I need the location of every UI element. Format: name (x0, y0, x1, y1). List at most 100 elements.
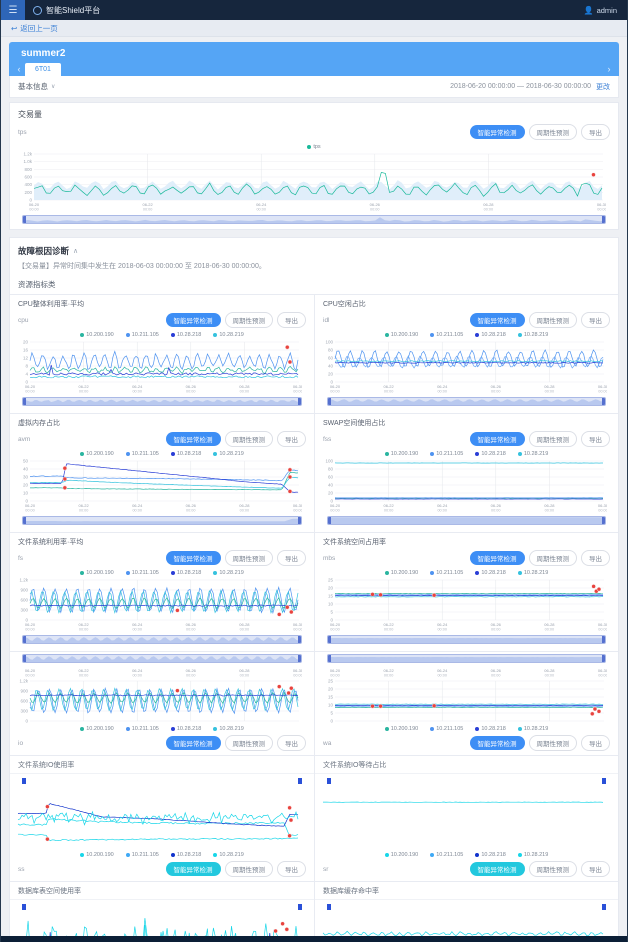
legend-item[interactable]: 10.28.219 (518, 332, 548, 338)
anomaly-detect-button[interactable]: 智能异常检测 (166, 313, 221, 327)
slider-handle-l[interactable] (328, 636, 331, 643)
anomaly-detect-button[interactable]: 智能异常检测 (470, 125, 525, 139)
slider-handle-r[interactable] (298, 517, 301, 524)
legend-item[interactable]: 10.211.105 (126, 332, 159, 338)
legend-item[interactable]: 10.28.218 (475, 726, 505, 732)
panel-datazoom-slider[interactable] (327, 903, 606, 911)
panel-datazoom-slider[interactable] (327, 635, 606, 644)
legend-item[interactable]: 10.200.190 (80, 570, 114, 576)
slider-handle-l[interactable] (22, 778, 26, 784)
slider-handle-l[interactable] (328, 398, 331, 405)
tx-legend-item[interactable]: tps (307, 144, 320, 150)
legend-item[interactable]: 10.211.105 (430, 570, 463, 576)
legend-item[interactable]: 10.28.219 (518, 852, 548, 858)
slider-handle-l[interactable] (23, 216, 26, 223)
periodic-forecast-button[interactable]: 周期性预测 (225, 312, 274, 328)
slider-handle-l[interactable] (328, 655, 331, 662)
export-button[interactable]: 导出 (581, 550, 610, 566)
periodic-forecast-button[interactable]: 周期性预测 (225, 735, 274, 751)
slider-handle-l[interactable] (23, 655, 26, 662)
slider-handle-l[interactable] (23, 517, 26, 524)
collapse-icon[interactable]: ∧ (73, 247, 78, 255)
periodic-forecast-button[interactable]: 周期性预测 (529, 312, 578, 328)
export-button[interactable]: 导出 (277, 861, 306, 877)
basic-info-toggle[interactable]: 基本信息 ∨ (18, 81, 55, 92)
legend-item[interactable]: 10.211.105 (126, 570, 159, 576)
legend-item[interactable]: 10.211.105 (430, 726, 463, 732)
tabs-next-icon[interactable]: › (603, 63, 615, 76)
anomaly-detect-button[interactable]: 智能异常检测 (470, 551, 525, 565)
periodic-forecast-button[interactable]: 周期性预测 (225, 861, 274, 877)
export-button[interactable]: 导出 (581, 861, 610, 877)
legend-item[interactable]: 10.200.190 (385, 332, 419, 338)
legend-item[interactable]: 10.200.190 (80, 451, 114, 457)
anomaly-detect-button[interactable]: 智能异常检测 (470, 736, 525, 750)
legend-item[interactable]: 10.28.219 (518, 451, 548, 457)
legend-item[interactable]: 10.200.190 (385, 852, 419, 858)
legend-item[interactable]: 10.28.218 (475, 451, 505, 457)
legend-item[interactable]: 10.211.105 (126, 726, 159, 732)
slider-handle-l[interactable] (23, 636, 26, 643)
slider-handle-r[interactable] (298, 655, 301, 662)
tabs-prev-icon[interactable]: ‹ (13, 63, 25, 76)
slider-handle-r[interactable] (602, 655, 605, 662)
legend-item[interactable]: 10.211.105 (126, 852, 159, 858)
anomaly-detect-button[interactable]: 智能异常检测 (470, 313, 525, 327)
periodic-forecast-button[interactable]: 周期性预测 (529, 124, 578, 140)
legend-item[interactable]: 10.28.219 (213, 451, 243, 457)
legend-item[interactable]: 10.200.190 (385, 570, 419, 576)
panel-datazoom-slider[interactable] (327, 654, 606, 663)
legend-item[interactable]: 10.28.218 (171, 852, 201, 858)
legend-item[interactable]: 10.28.219 (518, 726, 548, 732)
periodic-forecast-button[interactable]: 周期性预测 (225, 431, 274, 447)
periodic-forecast-button[interactable]: 周期性预测 (225, 550, 274, 566)
slider-handle-r[interactable] (602, 216, 605, 223)
change-range-link[interactable]: 更改 (596, 82, 610, 92)
panel-datazoom-slider[interactable] (22, 516, 302, 525)
export-button[interactable]: 导出 (277, 550, 306, 566)
legend-item[interactable]: 10.211.105 (126, 451, 159, 457)
slider-handle-l[interactable] (328, 517, 331, 524)
legend-item[interactable]: 10.200.190 (80, 726, 114, 732)
slider-handle-l[interactable] (23, 398, 26, 405)
slider-handle-r[interactable] (298, 904, 302, 910)
panel-datazoom-slider[interactable] (22, 903, 302, 911)
anomaly-detect-button[interactable]: 智能异常检测 (166, 862, 221, 876)
export-button[interactable]: 导出 (277, 735, 306, 751)
legend-item[interactable]: 10.28.218 (475, 332, 505, 338)
user-menu[interactable]: 👤 admin (584, 6, 617, 15)
slider-handle-r[interactable] (602, 636, 605, 643)
periodic-forecast-button[interactable]: 周期性预测 (529, 550, 578, 566)
export-button[interactable]: 导出 (581, 735, 610, 751)
slider-handle-r[interactable] (298, 778, 302, 784)
legend-item[interactable]: 10.28.219 (518, 570, 548, 576)
legend-item[interactable]: 10.28.218 (475, 852, 505, 858)
slider-handle-r[interactable] (602, 904, 606, 910)
back-link[interactable]: ↩ 返回上一页 (11, 23, 58, 34)
legend-item[interactable]: 10.28.218 (475, 570, 505, 576)
legend-item[interactable]: 10.200.190 (385, 726, 419, 732)
legend-item[interactable]: 10.28.218 (171, 570, 201, 576)
legend-item[interactable]: 10.200.190 (80, 332, 114, 338)
panel-datazoom-slider[interactable] (327, 516, 606, 525)
legend-item[interactable]: 10.28.219 (213, 570, 243, 576)
slider-handle-l[interactable] (327, 904, 331, 910)
periodic-forecast-button[interactable]: 周期性预测 (529, 431, 578, 447)
legend-item[interactable]: 10.211.105 (430, 332, 463, 338)
legend-item[interactable]: 10.28.218 (171, 451, 201, 457)
legend-item[interactable]: 10.28.219 (213, 332, 243, 338)
anomaly-detect-button[interactable]: 智能异常检测 (166, 736, 221, 750)
panel-datazoom-slider[interactable] (327, 777, 606, 785)
panel-datazoom-slider[interactable] (22, 654, 302, 663)
hamburger-menu-icon[interactable]: ☰ (1, 0, 25, 20)
slider-handle-r[interactable] (298, 398, 301, 405)
export-button[interactable]: 导出 (581, 124, 610, 140)
slider-handle-r[interactable] (602, 517, 605, 524)
legend-item[interactable]: 10.200.190 (385, 451, 419, 457)
slider-handle-r[interactable] (602, 398, 605, 405)
slider-handle-l[interactable] (327, 778, 331, 784)
export-button[interactable]: 导出 (581, 312, 610, 328)
legend-item[interactable]: 10.28.218 (171, 726, 201, 732)
periodic-forecast-button[interactable]: 周期性预测 (529, 861, 578, 877)
anomaly-detect-button[interactable]: 智能异常检测 (470, 862, 525, 876)
